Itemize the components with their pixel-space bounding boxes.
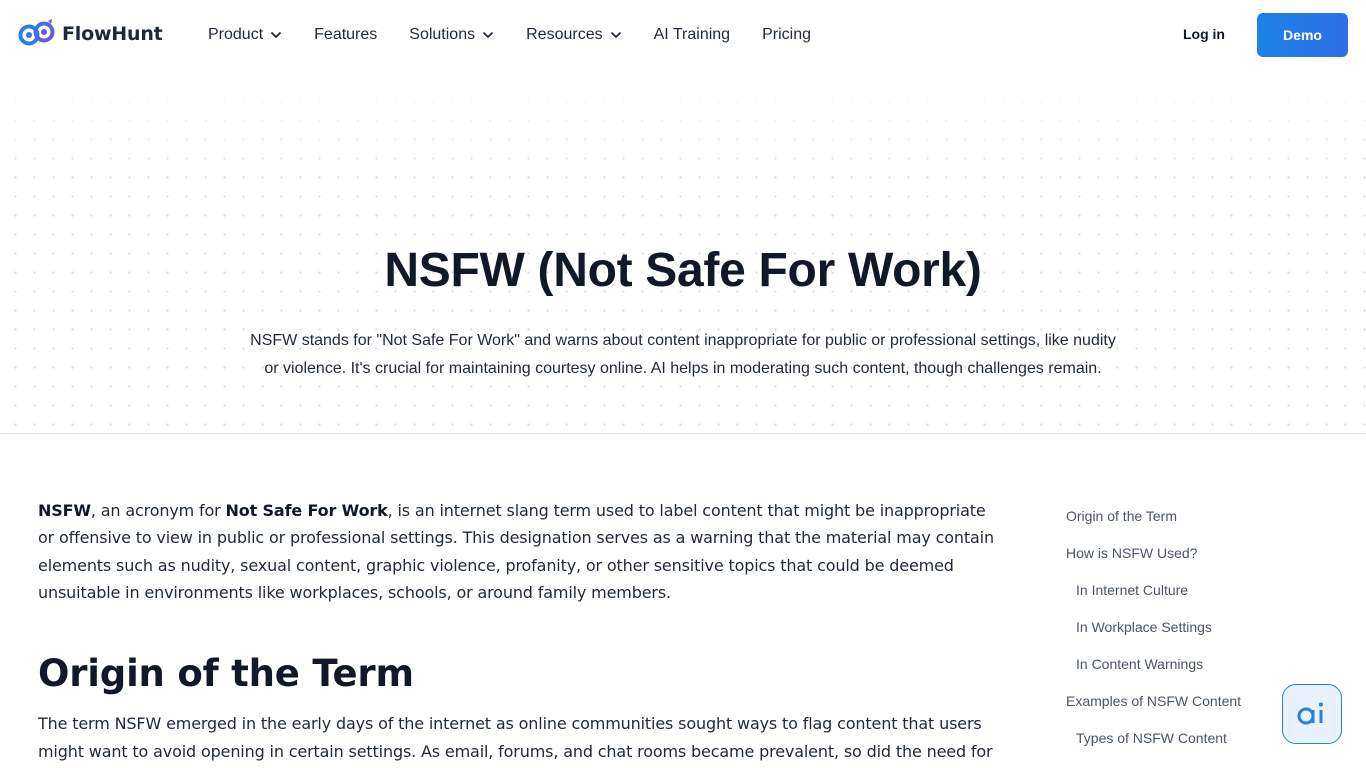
intro-mid: , an acronym for — [90, 501, 226, 520]
site-header: FlowHunt Product Features Solutions Reso… — [0, 0, 1366, 69]
login-link[interactable]: Log in — [1183, 26, 1225, 42]
nav-item-label: Pricing — [762, 26, 811, 43]
demo-button[interactable]: Demo — [1257, 13, 1348, 57]
nav-item-features[interactable]: Features — [314, 24, 377, 46]
section-heading: Origin of the Term — [38, 651, 414, 695]
chat-widget-button[interactable] — [1282, 684, 1342, 744]
nav-item-label: Resources — [526, 26, 603, 43]
hero-section: NSFW (Not Safe For Work) NSFW stands for… — [0, 69, 1366, 434]
page-description: NSFW stands for "Not Safe For Work" and … — [250, 332, 1116, 377]
section-paragraph: The term NSFW emerged in the early days … — [38, 713, 993, 761]
intro-term: NSFW — [38, 501, 91, 520]
chevron-down-icon — [610, 31, 621, 39]
toc-item-workplace[interactable]: In Workplace Settings — [1066, 618, 1326, 655]
toc-item-origin[interactable]: Origin of the Term — [1066, 507, 1326, 544]
nav-item-label: Features — [314, 26, 378, 43]
page-title: NSFW (Not Safe For Work) — [384, 244, 982, 297]
article-body: NSFW, an acronym for Not Safe For Work, … — [38, 497, 998, 768]
intro-paragraph: NSFW, an acronym for Not Safe For Work, … — [38, 497, 998, 607]
nav-item-ai-training[interactable]: AI Training — [654, 24, 730, 46]
brand-logo[interactable]: FlowHunt — [18, 19, 163, 49]
toc-item-how-used[interactable]: How is NSFW Used? — [1066, 544, 1326, 581]
nav-item-label: Solutions — [409, 26, 476, 43]
ai-chat-icon — [1297, 702, 1323, 725]
nav-item-product[interactable]: Product — [208, 24, 282, 46]
nav-item-resources[interactable]: Resources — [526, 24, 621, 46]
nav-item-pricing[interactable]: Pricing — [762, 24, 811, 46]
nav-item-label: Product — [208, 26, 264, 43]
intro-expansion: Not Safe For Work — [225, 501, 388, 520]
toc-item-internet-culture[interactable]: In Internet Culture — [1066, 581, 1326, 618]
nav-item-label: AI Training — [653, 26, 731, 43]
flowhunt-logo-icon — [18, 19, 55, 46]
chevron-down-icon — [271, 31, 282, 39]
chevron-down-icon — [482, 31, 494, 39]
brand-name: FlowHunt — [62, 23, 163, 45]
hero-fade — [0, 69, 1366, 179]
main-nav: Product Features Solutions Resources AI … — [208, 24, 843, 46]
nav-item-solutions[interactable]: Solutions — [409, 24, 494, 46]
